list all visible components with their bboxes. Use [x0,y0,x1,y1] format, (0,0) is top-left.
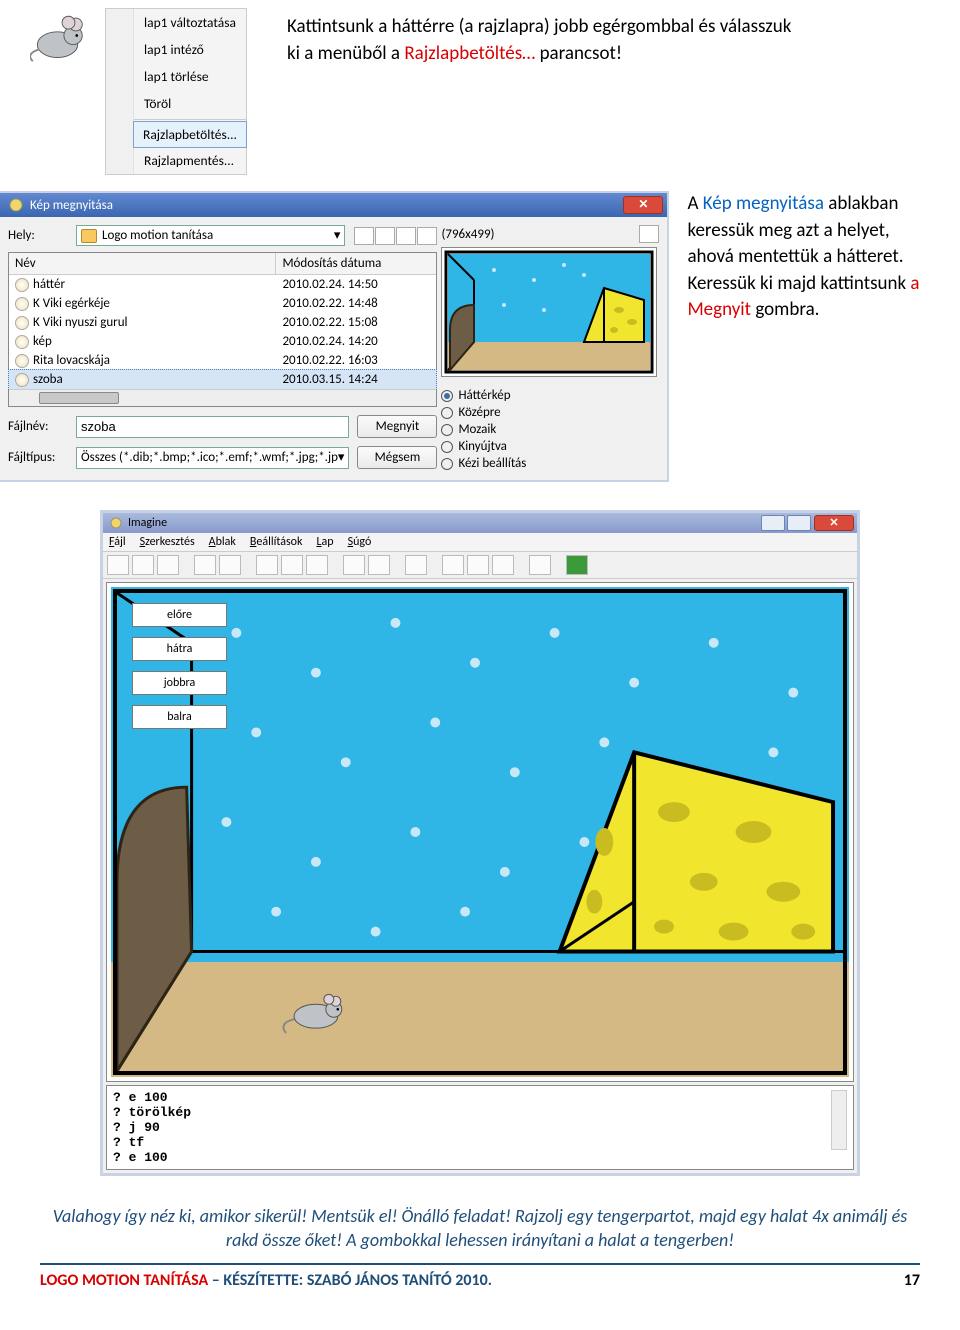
image-dims: (796x499) [441,227,494,242]
tool-print-icon[interactable] [157,555,179,575]
imagine-toolbar [103,551,857,579]
open-image-dialog: Kép megnyitása ✕ Hely: Logo motion tanít… [0,191,669,482]
tool-gear-icon[interactable] [368,555,390,575]
file-row[interactable]: kép2010.02.24. 14:20 [9,332,436,351]
cancel-button[interactable]: Mégsem [357,446,437,469]
context-menu: lap1 változtatása lap1 intéző lap1 törlé… [105,8,247,175]
close-button[interactable]: ✕ [623,196,663,214]
close-button[interactable]: ✕ [814,515,854,531]
console-scrollbar[interactable] [831,1090,847,1150]
command-console[interactable]: ? e 100 ? törölkép ? j 90 ? tf ? e 100 [106,1085,854,1170]
ctx-item-rajzlapbetoltes[interactable]: Rajzlapbetöltés... [133,121,247,148]
tool-turtle-icon[interactable] [256,555,278,575]
imagine-app-icon [109,516,123,530]
mouse-clipart-icon [30,8,85,63]
menu-lap[interactable]: Lap [316,535,333,549]
file-icon [15,316,29,330]
dialog-titlebar: Kép megnyitása ✕ [0,193,667,217]
radio-mozaik[interactable]: Mozaik [441,421,659,438]
dialog-toolbar-icons [353,227,437,245]
direction-buttons: előre hátra jobbra balra [132,603,227,739]
tool-zoom-icon[interactable] [343,555,365,575]
up-icon[interactable] [375,227,395,245]
tool-paste-icon[interactable] [219,555,241,575]
filetype-select[interactable]: Összes (*.dib;*.bmp;*.ico;*.emf;*.wmf;*.… [76,447,349,469]
exercise-text: Valahogy így néz ki, amikor sikerül! Men… [0,1204,960,1259]
file-icon [15,373,29,387]
file-row-selected[interactable]: szoba2010.03.15. 14:24 [8,369,437,390]
file-icon [15,335,29,349]
instruction-text-2: A Kép megnyitása ablakban keressük meg a… [687,191,930,324]
btn-balra[interactable]: balra [132,705,227,729]
btn-hatra[interactable]: hátra [132,637,227,661]
tool-shape-icon[interactable] [281,555,303,575]
placement-radios: Háttérkép Középre Mozaik Kinyújtva Kézi … [441,387,659,472]
col-name[interactable]: Név [9,253,276,274]
preview-pane [441,247,657,377]
tool-green-icon[interactable] [566,555,588,575]
file-icon [15,278,29,292]
menu-fajl[interactable]: Fájl [109,535,126,549]
filename-label: Fájlnév: [8,419,68,434]
btn-jobbra[interactable]: jobbra [132,671,227,695]
newfolder-icon[interactable] [396,227,416,245]
instruction-text-1: Kattintsunk a háttérre (a rajzlapra) job… [287,14,807,175]
ctx-item-intezo[interactable]: lap1 intéző [134,36,246,63]
folder-icon [81,229,97,243]
imagine-titlebar: Imagine ✕ [103,513,857,533]
page-footer: LOGO MOTION TANÍTÁSA – KÉSZÍTETTE: SZABÓ… [0,1271,960,1306]
file-row[interactable]: háttér2010.02.24. 14:50 [9,275,436,294]
file-icon [15,354,29,368]
file-icon [15,297,29,311]
maximize-button[interactable] [787,515,811,531]
footer-rule [40,1263,920,1265]
tool-save-icon[interactable] [132,555,154,575]
ctx-item-rajzlapmentes[interactable]: Rajzlapmentés... [134,147,246,174]
ctx-item-torlese[interactable]: lap1 törlése [134,63,246,90]
file-row[interactable]: K Viki nyuszi gurul2010.02.22. 15:08 [9,313,436,332]
radio-hatterkep[interactable]: Háttérkép [441,387,659,404]
filetype-label: Fájltípus: [8,450,68,465]
col-date[interactable]: Módosítás dátuma [276,253,436,274]
menu-beallitasok[interactable]: Beállítások [250,535,303,549]
btn-elore[interactable]: előre [132,603,227,627]
radio-kinyujtva[interactable]: Kinyújtva [441,438,659,455]
filename-input[interactable] [76,416,349,438]
back-icon[interactable] [354,227,374,245]
ctx-item-torol[interactable]: Töröl [134,90,246,117]
tool-pause-icon[interactable] [442,555,464,575]
zoom-icon[interactable] [639,225,659,243]
location-dropdown[interactable]: Logo motion tanítása ▾ [76,225,345,246]
tool-brush-icon[interactable] [405,555,427,575]
file-list: Név Módosítás dátuma háttér2010.02.24. 1… [8,252,437,407]
menu-ablak[interactable]: Ablak [209,535,236,549]
minimize-button[interactable] [761,515,785,531]
tool-copy-icon[interactable] [194,555,216,575]
imagine-menubar: Fájl Szerkesztés Ablak Beállítások Lap S… [103,533,857,551]
imagine-window: Imagine ✕ Fájl Szerkesztés Ablak Beállít… [100,510,860,1176]
radio-kozepre[interactable]: Középre [441,404,659,421]
tool-play-icon[interactable] [492,555,514,575]
radio-kezi[interactable]: Kézi beállítás [441,455,659,472]
file-row[interactable]: Rita lovacskája2010.02.22. 16:03 [9,351,436,370]
tool-window-icon[interactable] [529,555,551,575]
open-button[interactable]: Megnyit [357,415,437,438]
ctx-item-valtoztatasa[interactable]: lap1 változtatása [134,9,246,36]
menu-szerkesztes[interactable]: Szerkesztés [140,535,195,549]
view-icon[interactable] [417,227,437,245]
file-row[interactable]: K Viki egérkéje2010.02.22. 14:48 [9,294,436,313]
drawing-canvas[interactable]: előre hátra jobbra balra [106,582,854,1082]
app-icon [8,197,24,213]
tool-rect-icon[interactable] [306,555,328,575]
menu-sugo[interactable]: Súgó [348,535,372,549]
horizontal-scrollbar[interactable] [9,389,436,406]
location-label: Hely: [8,228,68,243]
tool-open-icon[interactable] [107,555,129,575]
tool-stop-icon[interactable] [467,555,489,575]
